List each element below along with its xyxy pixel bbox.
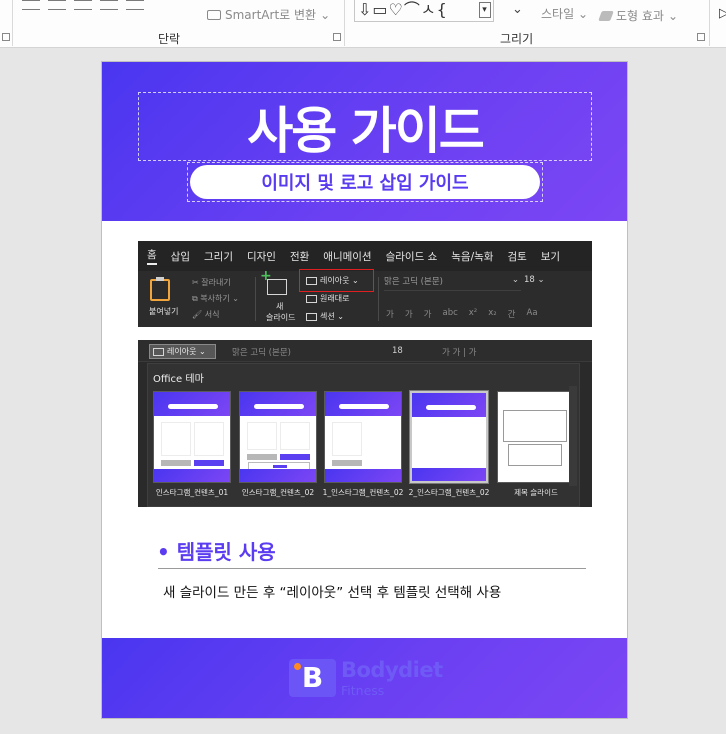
subtitle-pill: 이미지 및 로고 삽입 가이드 (190, 165, 540, 199)
font-size-field: 18 ⌄ (524, 275, 545, 285)
ribbon-divider (344, 0, 345, 46)
ribbon-divider (709, 0, 710, 46)
paste-label: 붙여넣기 (149, 307, 179, 316)
layout-thumb-5 (497, 391, 575, 483)
columns-icon[interactable] (126, 0, 144, 10)
section-divider (158, 568, 586, 569)
ribbon-divider (378, 277, 379, 321)
format-painter-label: 🖌 서식 (192, 310, 220, 319)
tab-design: 디자인 (246, 250, 276, 263)
toolbar-strip: 레이아웃 ⌄ 맑은 고딕 (본문) 18 가 가 | 가 (138, 340, 592, 362)
layout-thumb-caption: 2_인스타그램_컨텐츠_02 (408, 488, 490, 497)
font-size-buttons: 가 가 | 가 (442, 348, 477, 358)
arrange-dropdown-icon[interactable]: ⌄ (512, 2, 523, 17)
layout-button: 레이아웃 ⌄ (149, 344, 216, 359)
paste-icon (150, 277, 170, 301)
align-center-icon[interactable] (48, 0, 66, 10)
footer-banner: B Bodydiet Fitness (102, 638, 627, 718)
justify-icon[interactable] (100, 0, 118, 10)
panel-title: Office 테마 (153, 374, 204, 385)
gallery-scroll-icon[interactable]: ▾ (479, 2, 491, 18)
cut-label: ✂ 잘라내기 (192, 278, 231, 287)
page-title: 사용 가이드 (247, 101, 484, 160)
panel-scrollbar (569, 386, 577, 486)
format-icons: 가 가 가 abc x² x₂ 간 Aa (386, 308, 538, 320)
layout-thumb-4 (409, 390, 489, 484)
layout-highlight-box (299, 269, 374, 292)
smartart-convert-button[interactable]: SmartArt로 변환 ⌄ (207, 6, 330, 23)
align-left-icon[interactable] (22, 0, 40, 10)
hero-banner: 사용 가이드 이미지 및 로고 삽입 가이드 (102, 62, 627, 221)
tab-review: 검토 (507, 250, 527, 263)
font-size-field: 18 (392, 346, 403, 356)
dialog-launcher-icon[interactable] (2, 33, 10, 41)
layout-thumb-2 (239, 391, 317, 483)
tab-transition: 전환 (289, 250, 310, 263)
ribbon-tabs: 홈 삽입 그리기 디자인 전환 애니메이션 슬라이드 쇼 녹음/녹화 검토 보기 (138, 241, 592, 271)
shapes-gallery[interactable]: ⇩▭♡⌒ㅅ{ ▾ (354, 0, 494, 22)
layout-thumb-caption: 제목 슬라이드 (514, 488, 558, 497)
layout-thumb-1 (153, 391, 231, 483)
shape-effect-button[interactable]: 도형 효과 ⌄ (598, 7, 678, 24)
logo-dot (294, 663, 301, 670)
section-description[interactable]: 새 슬라이드 만든 후 “레이아웃” 선택 후 템플릿 선택해 사용 (163, 581, 501, 601)
layout-thumb-caption: 인스타그램_컨텐츠_01 (155, 488, 229, 497)
tab-slideshow: 슬라이드 쇼 (385, 250, 438, 263)
align-right-icon[interactable] (74, 0, 92, 10)
slide-canvas[interactable]: 사용 가이드 이미지 및 로고 삽입 가이드 홈 삽입 그리기 디자인 전환 애… (101, 61, 628, 719)
smartart-icon (207, 9, 221, 20)
layout-thumb-caption: 1_인스타그램_컨텐츠_02 (322, 488, 404, 497)
tab-record: 녹음/녹화 (451, 250, 494, 263)
tab-home: 홈 (147, 247, 157, 265)
tab-animation: 애니메이션 (323, 250, 372, 263)
ribbon-divider (12, 0, 13, 46)
group-label-drawing: 그리기 (500, 32, 534, 46)
shape-effect-icon (598, 10, 614, 21)
subtitle-textbox[interactable]: 이미지 및 로고 삽입 가이드 (187, 162, 543, 202)
ribbon-overflow-icon[interactable]: ▷ (719, 6, 726, 21)
quick-style-button[interactable]: 스타일 ⌄ (541, 5, 588, 22)
font-name-field: 맑은 고딕 (본문) (232, 348, 291, 358)
reset-label: 원래대로 (306, 293, 349, 304)
paragraph-align-icons[interactable] (22, 0, 144, 10)
title-textbox[interactable]: 사용 가이드 (138, 92, 592, 161)
logo-brand-sub: Fitness (341, 683, 385, 698)
layout-thumb-3 (324, 391, 402, 483)
logo-brand-name: Bodydiet (341, 658, 443, 682)
tab-view: 보기 (540, 250, 561, 263)
dialog-launcher-icon[interactable] (333, 33, 341, 41)
ribbon-body: 붙여넣기 ✂ 잘라내기 ⧉ 복사하기 ⌄ 🖌 서식 새 슬라이드 레이아웃 ⌄ … (138, 268, 592, 327)
ribbon: SmartArt로 변환 ⌄ ⇩▭♡⌒ㅅ{ ▾ ⌄ 스타일 ⌄ 도형 효과 ⌄ 단락… (0, 0, 726, 48)
tab-insert: 삽입 (170, 250, 190, 263)
ribbon-divider (255, 277, 256, 321)
section-heading[interactable]: • 템플릿 사용 (157, 536, 276, 565)
new-slide-label-2: 슬라이드 (266, 313, 296, 322)
section-label: 섹션 ⌄ (306, 311, 344, 322)
layout-gallery-screenshot: 레이아웃 ⌄ 맑은 고딕 (본문) 18 가 가 | 가 Office 테마 인… (138, 340, 592, 507)
tab-draw: 그리기 (204, 250, 233, 263)
ribbon-screenshot: 홈 삽입 그리기 디자인 전환 애니메이션 슬라이드 쇼 녹음/녹화 검토 보기… (138, 241, 592, 327)
dialog-launcher-icon[interactable] (697, 33, 705, 41)
layout-panel: Office 테마 인스타그램_컨텐츠_01 인스타그램_컨텐츠_02 1_인스… (147, 363, 580, 507)
font-name-field: 맑은 고딕 (본문) ⌄ (384, 275, 521, 291)
new-slide-label-1: 새 (276, 302, 284, 311)
copy-label: ⧉ 복사하기 ⌄ (192, 294, 239, 303)
layout-thumb-caption: 인스타그램_컨텐츠_02 (241, 488, 315, 497)
new-slide-icon (260, 268, 287, 295)
group-label-paragraph: 단락 (158, 32, 181, 46)
